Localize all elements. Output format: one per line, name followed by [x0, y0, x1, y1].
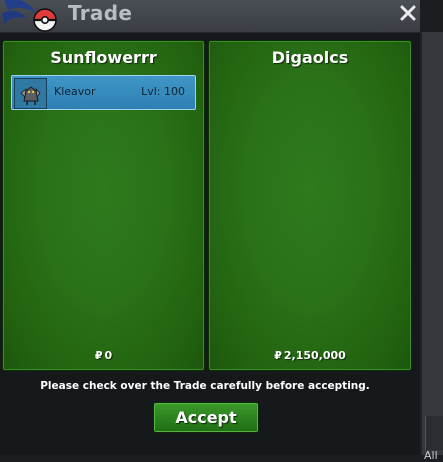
pokeball-logo-icon: [2, 0, 57, 32]
side-tab[interactable]: [425, 416, 443, 450]
background-side-panel: All: [420, 32, 443, 462]
pokedollar-icon: ₽: [274, 349, 282, 362]
pokemon-level: Lvl: 100: [141, 85, 185, 98]
pokemon-sprite-icon: [14, 78, 47, 109]
pokedollar-icon: ₽: [94, 349, 103, 362]
trader-name-left: Sunflowerrr: [50, 48, 157, 67]
side-tab-label: All: [424, 449, 438, 462]
trade-notice: Please check over the Trade carefully be…: [40, 380, 370, 392]
title-bar[interactable]: Trade: [0, 0, 420, 33]
money-amount-left: 0: [104, 349, 113, 362]
your-offer-panel: Sunflowerrr Kleavor Lvl: 100 ₽0: [2, 40, 205, 371]
money-offer-right: ₽2,150,000: [209, 349, 411, 362]
trade-window: Trade Sunflowerrr Kleavor Lvl: 100 ₽0 Di…: [0, 0, 420, 455]
offered-pokemon-item[interactable]: Kleavor Lvl: 100: [11, 75, 196, 110]
trader-name-right: Digaolcs: [271, 48, 349, 67]
close-icon[interactable]: [398, 3, 418, 23]
side-panel-border: [420, 32, 422, 455]
pokemon-name: Kleavor: [54, 85, 96, 98]
their-offer-panel: Digaolcs ₽2,150,000: [208, 40, 412, 371]
window-title: Trade: [68, 1, 133, 25]
money-offer-left: ₽0: [3, 349, 204, 362]
accept-button[interactable]: Accept: [153, 402, 259, 433]
money-amount-right: 2,150,000: [283, 349, 346, 362]
